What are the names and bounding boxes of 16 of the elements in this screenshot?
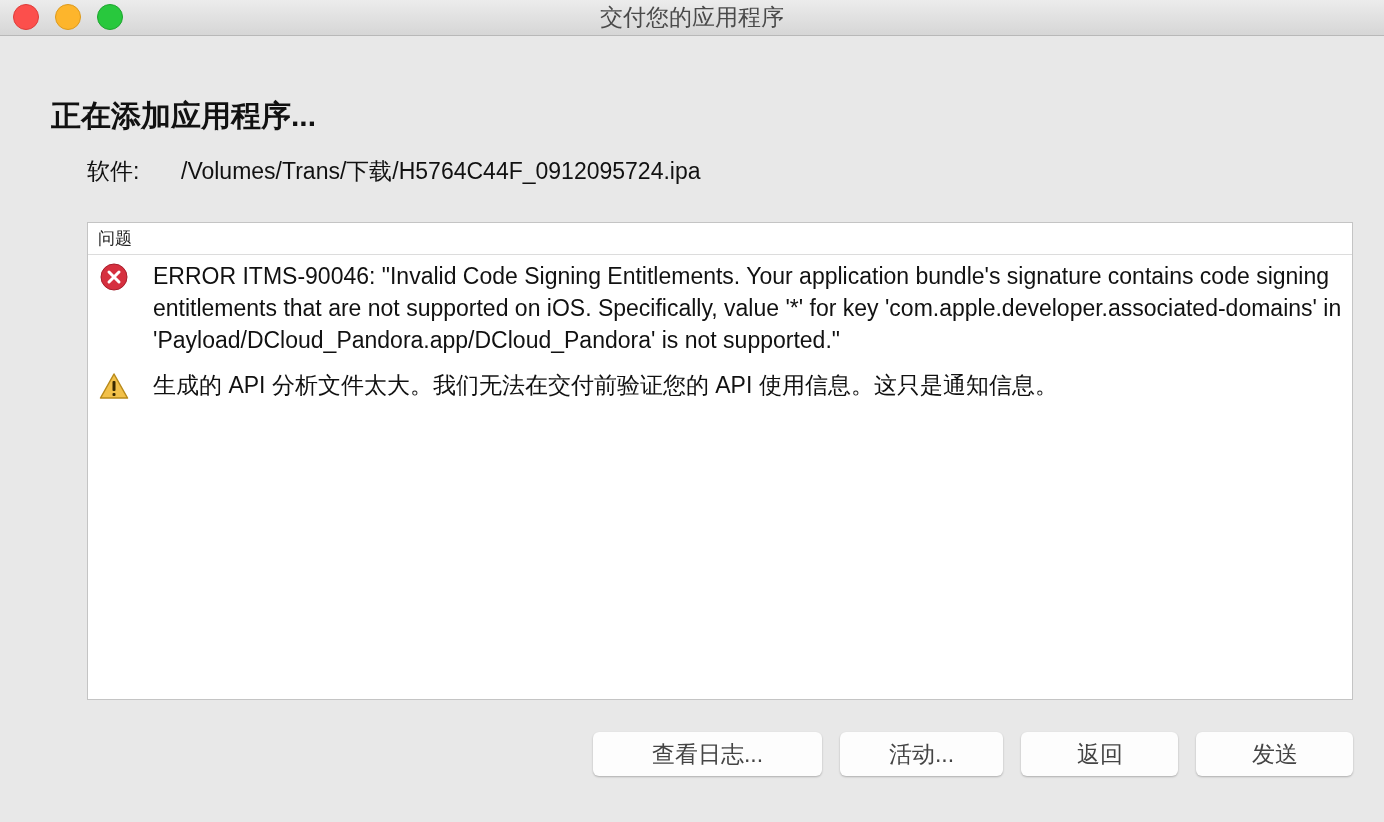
error-icon [99,263,129,291]
minimize-button[interactable] [55,4,81,30]
window-title: 交付您的应用程序 [600,3,784,32]
file-path: /Volumes/Trans/下载/H5764C44F_0912095724.ipa [181,157,701,186]
dialog-button[interactable]: 查看日志... [593,732,822,776]
warning-icon [99,372,129,400]
software-label: 软件: [87,157,141,186]
zoom-button[interactable] [97,4,123,30]
heading: 正在添加应用程序... [51,98,317,134]
dialog-button[interactable]: 发送 [1196,732,1353,776]
issue-message: ERROR ITMS-90046: "Invalid Code Signing Entitlements. Your application bundle's signature contains code signing entitlements that are not supported on iOS. Specifically, value '*' for key 'com.apple.developer.associated-domains' in 'Payload/DCloud_Pandora.app/DCloud_Pandora' is not supported." [153,262,1342,355]
close-button[interactable] [13,4,39,30]
dialog-button[interactable]: 活动... [840,732,1003,776]
issue-message: 生成的 API 分析文件太大。我们无法在交付前验证您的 API 使用信息。这只是通知信息。 [153,371,1058,400]
dialog-button[interactable]: 返回 [1021,732,1178,776]
column-header: 问题 [88,223,1352,255]
